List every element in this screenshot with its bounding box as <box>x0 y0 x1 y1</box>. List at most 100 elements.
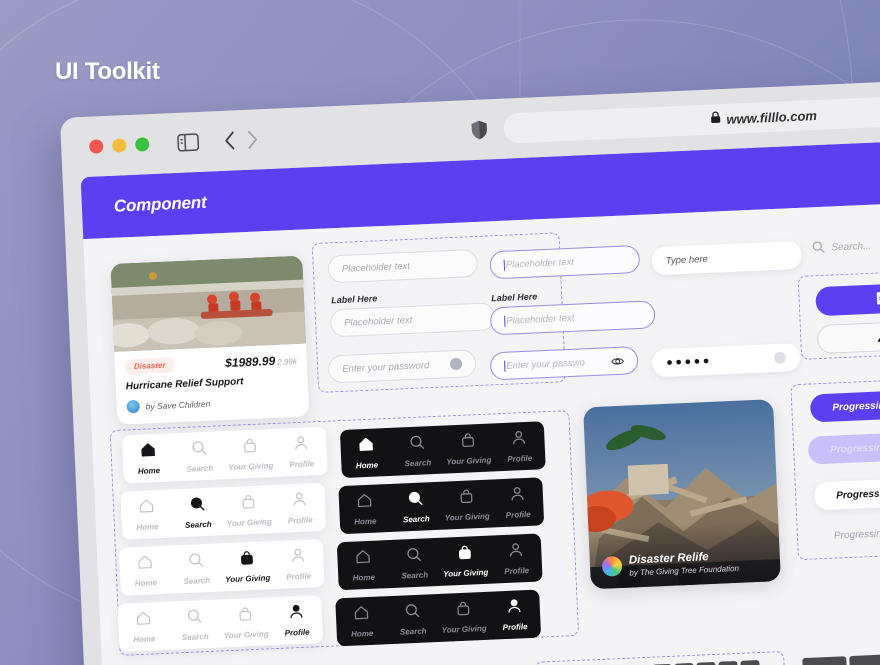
nav-item-home[interactable]: Home <box>118 609 170 644</box>
nav-item-your-giving[interactable]: Your Giving <box>442 431 494 466</box>
search-icon <box>187 608 203 629</box>
nav-item-profile[interactable]: Profile <box>493 429 545 464</box>
your-giving-icon <box>239 549 255 570</box>
avatar <box>126 399 140 414</box>
labeled-input-default-placeholder: Placeholder text <box>343 314 413 329</box>
nav-item-profile[interactable]: Profile <box>490 541 542 576</box>
chevron-right-icon[interactable] <box>246 129 260 150</box>
key[interactable] <box>718 660 739 665</box>
password-input-default[interactable]: Enter your password <box>327 349 477 384</box>
giving-tree-logo <box>601 555 623 577</box>
nav-item-label: Profile <box>507 453 533 464</box>
nav-item-label: Home <box>132 633 156 644</box>
password-input-filled[interactable]: ●●●●● <box>651 342 801 378</box>
nav-item-search[interactable]: Search <box>173 439 225 474</box>
nav-item-search[interactable]: Search <box>172 495 224 530</box>
search-field[interactable]: Search... <box>812 239 872 257</box>
text-input-default-placeholder: Placeholder text <box>341 260 411 275</box>
chevron-left-icon[interactable] <box>223 130 237 151</box>
nav-item-label: Your Giving <box>228 460 274 472</box>
search-icon <box>409 434 425 455</box>
nav-item-profile[interactable]: Profile <box>492 485 544 520</box>
nav-item-label: Your Giving <box>441 623 487 635</box>
shield-icon[interactable] <box>470 119 488 140</box>
nav-item-home[interactable]: Home <box>336 604 388 639</box>
your-giving-icon <box>459 488 475 509</box>
your-giving-icon <box>455 600 471 621</box>
search-icon <box>404 602 420 623</box>
donation-card-body: Disaster $1989.99 2.99k Hurricane Relief … <box>114 343 309 424</box>
nav-item-search[interactable]: Search <box>386 601 438 636</box>
url-bar[interactable]: www.filllo.com <box>503 90 880 144</box>
input-label-1: Label Here <box>330 293 378 306</box>
password-input-focused[interactable]: Enter your passwo <box>489 346 639 381</box>
badge-progressing-white[interactable]: Progressing <box>813 478 880 511</box>
donation-card-title: Hurricane Relief Support <box>125 376 244 393</box>
nav-item-your-giving[interactable]: Your Giving <box>221 549 273 584</box>
password-input-filled-value: ●●●●● <box>665 354 713 369</box>
nav-item-home[interactable]: Home <box>119 553 171 588</box>
key[interactable] <box>740 660 761 665</box>
home-icon <box>139 498 155 519</box>
nav-item-home[interactable]: Home <box>339 491 391 526</box>
search-icon <box>190 496 206 517</box>
nav-item-your-giving[interactable]: Your Giving <box>439 543 491 578</box>
donation-card-image <box>110 255 307 352</box>
key[interactable] <box>802 656 848 665</box>
nav-item-profile[interactable]: Profile <box>488 597 540 632</box>
labeled-input-focused[interactable]: Placeholder text <box>489 300 656 336</box>
close-window-button[interactable] <box>88 139 104 154</box>
nav-item-label: Home <box>350 628 374 639</box>
nav-item-profile[interactable]: Profile <box>274 490 326 525</box>
maximize-window-button[interactable] <box>134 137 150 152</box>
badge-progressing-pale[interactable]: Progressing <box>807 432 880 465</box>
minimize-window-button[interactable] <box>111 138 127 153</box>
apply-with-ghost-button[interactable]: Apply with <box>816 316 880 355</box>
nav-item-search[interactable]: Search <box>391 433 443 468</box>
donation-amount: $1989.99 2.99k <box>225 352 297 369</box>
nav-item-label: Your Giving <box>444 511 490 523</box>
browser-window: www.filllo.com Component Disaster $1989.… <box>60 74 880 665</box>
your-giving-icon <box>241 493 257 514</box>
nav-item-search[interactable]: Search <box>388 545 440 580</box>
text-input-default[interactable]: Placeholder text <box>327 248 479 284</box>
search-icon <box>406 546 422 567</box>
text-input-type-here-placeholder: Type here <box>665 253 709 267</box>
traffic-lights <box>88 137 150 154</box>
text-input-type-here[interactable]: Type here <box>651 240 803 276</box>
nav-item-your-giving[interactable]: Your Giving <box>437 599 489 634</box>
badge-progressing-solid[interactable]: Progressing <box>809 390 880 423</box>
nav-item-profile[interactable]: Profile <box>272 546 324 581</box>
key[interactable] <box>849 654 880 665</box>
nav-item-your-giving[interactable]: Your Giving <box>441 487 493 522</box>
donation-card[interactable]: Disaster $1989.99 2.99k Hurricane Relief … <box>110 255 310 425</box>
nav-item-home[interactable]: Home <box>340 435 392 470</box>
your-giving-icon <box>242 437 258 458</box>
eye-icon[interactable] <box>611 356 624 366</box>
blob-icon[interactable] <box>773 351 787 365</box>
nav-item-search[interactable]: Search <box>170 551 222 586</box>
nav-item-label: Your Giving <box>223 628 269 640</box>
nav-item-label: Search <box>402 513 430 524</box>
nav-item-profile[interactable]: Profile <box>275 434 327 469</box>
labeled-input-default[interactable]: Placeholder text <box>329 302 496 338</box>
nav-item-your-giving[interactable]: Your Giving <box>223 493 275 528</box>
nav-item-home[interactable]: Home <box>121 497 173 532</box>
keyboard-row-right[interactable] <box>802 650 880 665</box>
badge-progressing-plain[interactable]: Progressing <box>811 518 880 550</box>
nav-item-search[interactable]: Search <box>169 607 221 642</box>
text-input-focused[interactable]: Placeholder text <box>489 244 641 280</box>
nav-item-search[interactable]: Search <box>390 489 442 524</box>
blob-icon[interactable] <box>449 357 463 371</box>
nav-item-your-giving[interactable]: Your Giving <box>219 605 271 640</box>
nav-item-home[interactable]: Home <box>337 548 389 583</box>
nav-item-your-giving[interactable]: Your Giving <box>224 436 276 471</box>
relief-card[interactable]: Disaster Relife by The Giving Tree Found… <box>583 399 781 590</box>
nav-item-label: Your Giving <box>443 567 489 579</box>
nav-item-profile[interactable]: Profile <box>270 603 322 638</box>
nav-item-home[interactable]: Home <box>122 441 174 476</box>
apply-with-primary-button[interactable]: Apply with <box>815 278 880 317</box>
nav-item-label: Home <box>352 572 376 583</box>
search-placeholder: Search... <box>831 240 872 254</box>
sidebar-toggle-icon[interactable] <box>177 133 200 152</box>
